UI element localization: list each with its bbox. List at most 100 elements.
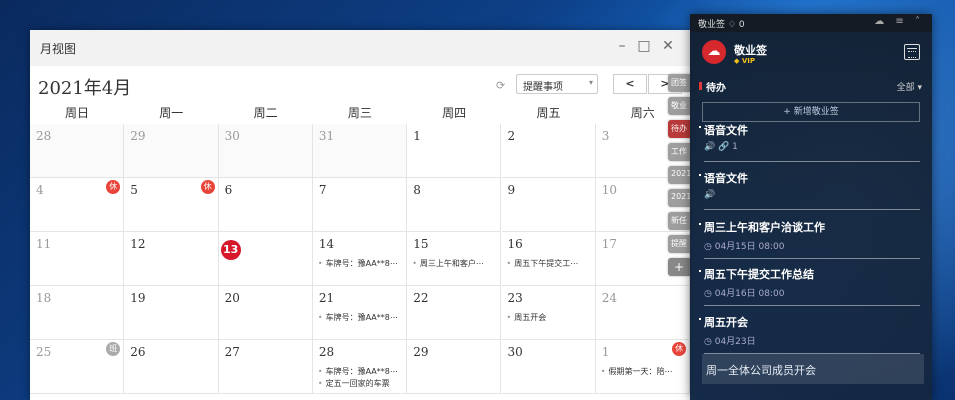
category-tab[interactable]: 提醒 [668,235,690,253]
note-title: 语音文件 [704,172,748,185]
day-cell[interactable]: 15 周三上午和客户⋯ [407,232,502,286]
category-tab[interactable]: 敬业 [668,97,690,115]
bullet-icon [699,270,701,272]
window-title: 月视图 [40,42,77,56]
day-number: 6 [224,183,233,197]
day-number: 22 [413,291,429,305]
day-cell[interactable]: 30 [501,340,596,394]
close-button[interactable]: ✕ [660,38,676,54]
event-item[interactable]: 车牌号：豫AA**8⋯ [318,366,406,377]
chevron-down-icon: ▾ [588,78,593,87]
event-item[interactable]: 周三上午和客户⋯ [412,258,500,269]
cloud-logo-icon: ☁ [702,40,726,64]
note-item-last[interactable]: 周一全体公司成员开会 [702,354,924,384]
category-tab[interactable]: 待办 [668,120,690,138]
category-tab[interactable]: 工作 [668,143,690,161]
prev-month-button[interactable]: < [613,74,647,94]
day-number: 25 [36,345,52,359]
day-number: 21 [318,291,335,305]
day-cell[interactable]: 12 [124,232,219,286]
day-number: 17 [601,237,618,251]
note-title: 周三上午和客户洽谈工作 [704,221,825,234]
day-cell[interactable]: 4休 [30,178,125,232]
add-note-button[interactable]: + 新增敬业签 [702,102,920,122]
day-cell[interactable]: 6 [218,178,313,232]
day-cell[interactable]: 30 [218,124,313,178]
day-cell[interactable]: 28 车牌号：豫AA**8⋯定五一回家的车票 [312,340,408,394]
day-cell[interactable]: 25 班 [30,340,125,394]
bullet-icon [699,126,701,128]
day-number: 2 [507,129,516,143]
window-controls[interactable]: ☁ ≡ ˄ [874,16,924,27]
day-number: 5 [130,183,138,197]
event-item[interactable]: 车牌号：豫AA**8⋯ [318,258,406,269]
note-item[interactable]: 周五开会 ◷ 04月23日 [699,314,920,354]
day-cell[interactable]: 5休 [124,178,219,232]
day-number: 29 [413,345,429,359]
category-bar: 待办 全部 ▾ [690,74,932,96]
note-top-bar: 敬业签 ♢ 0 ☁ ≡ ˄ [690,14,932,32]
event-item[interactable]: 周五开会 [507,312,595,323]
weekday-label: 周五 [536,106,561,120]
day-number: 27 [224,345,240,359]
day-number: 12 [130,237,146,251]
category-tab[interactable]: 团签 [668,74,690,92]
remind-filter-select[interactable]: 提醒事项 ▾ [516,74,598,94]
day-number: 30 [224,129,240,143]
day-number: 1 [413,129,421,143]
day-cell[interactable]: 29 [124,124,219,178]
note-item[interactable]: 周三上午和客户洽谈工作 ◷ 04月15日 08:00 [699,219,920,259]
calendar-header: 2021年4月 ⟳ 提醒事项 ▾ < > [30,66,690,100]
note-meta: 🔊 [704,190,716,200]
day-cell[interactable]: 27 [218,340,313,394]
day-cell[interactable]: 23 周五开会 [501,286,596,340]
category-tab[interactable]: 2021 [668,189,690,207]
top-count: 0 [738,20,745,30]
day-cell[interactable]: 14 车牌号：豫AA**8⋯ [312,232,408,286]
note-item[interactable]: 语音文件 🔊 🔗 1 [699,122,920,162]
day-cell[interactable]: 29 [407,340,502,394]
category-tab[interactable]: 2021 [668,166,690,184]
minimize-button[interactable]: – [614,38,630,54]
day-cell[interactable]: 26 [124,340,219,394]
event-item[interactable]: 定五一回家的车票 [318,378,406,389]
day-cell[interactable]: 19 [124,286,219,340]
day-cell[interactable]: 9 [501,178,596,232]
day-cell[interactable]: 28 [30,124,125,178]
day-cell[interactable]: 20 [218,286,313,340]
holiday-badge: 休 [200,180,215,194]
note-item[interactable]: 周五下午提交工作总结 ◷ 04月16日 08:00 [699,266,920,306]
day-cell[interactable]: 1 [407,124,502,178]
weekday-label: 周日 [64,106,89,120]
note-header: ☁ 敬业签 ◆ VIP [690,32,932,74]
day-cell[interactable]: 31 [312,124,408,178]
calendar-icon[interactable] [904,44,920,60]
day-cell[interactable]: 16 周五下午提交工⋯ [501,232,596,286]
day-cell[interactable]: 22 [407,286,502,340]
day-cell[interactable]: 18 [30,286,125,340]
bullet-icon [699,223,701,225]
day-cell[interactable]: 1 休假期第一天：陪⋯ [595,340,690,394]
day-cell[interactable]: 21 车牌号：豫AA**8⋯ [312,286,408,340]
day-cell[interactable]: 8 [407,178,502,232]
day-cell[interactable]: 11 [30,232,125,286]
refresh-icon[interactable]: ⟳ [496,79,505,92]
category-tab[interactable]: 新任 [668,212,690,230]
day-number: 31 [318,129,335,143]
maximize-button[interactable]: □ [636,38,652,54]
note-item[interactable]: 语音文件 🔊 [699,170,920,210]
event-item[interactable]: 假期第一天：陪⋯ [601,366,689,377]
day-cell[interactable]: 24 [595,286,690,340]
day-number: 3 [601,129,610,143]
day-cell[interactable]: 2 [501,124,596,178]
weekday-label: 周二 [253,106,278,120]
event-item[interactable]: 车牌号：豫AA**8⋯ [318,312,406,323]
day-cell[interactable]: 7 [312,178,408,232]
event-item[interactable]: 周五下午提交工⋯ [507,258,595,269]
filter-dropdown[interactable]: 全部 ▾ [897,80,922,93]
add-category-button[interactable]: + [668,258,690,276]
day-cell[interactable]: 13 [218,232,313,286]
day-number: 10 [601,183,618,197]
day-number: 1 [601,345,610,359]
bullet-icon [699,318,701,320]
